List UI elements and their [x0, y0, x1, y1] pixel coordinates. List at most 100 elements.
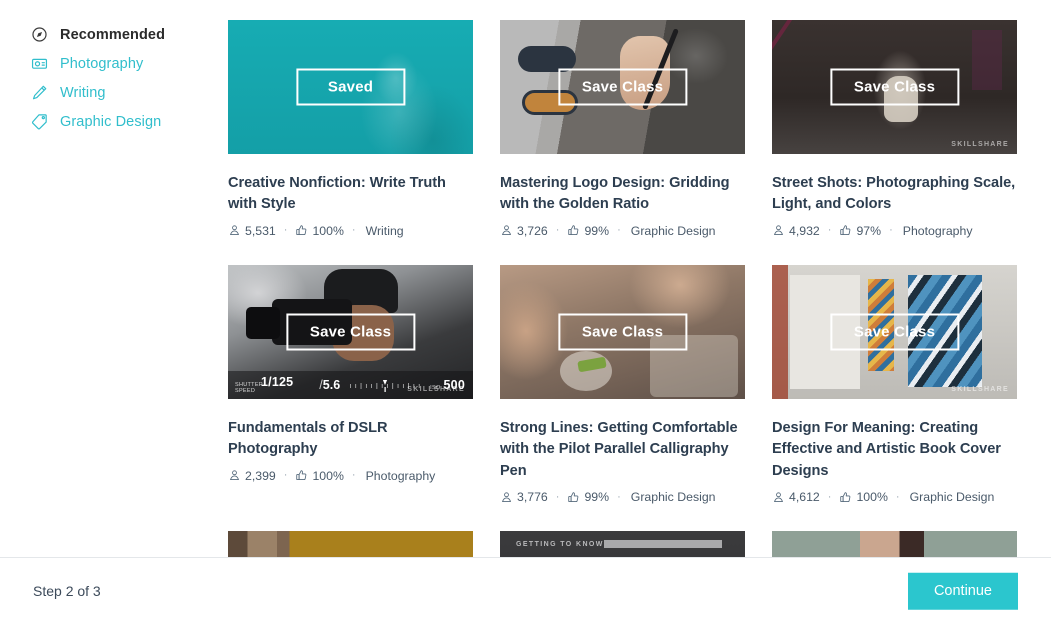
meta-separator: ·: [555, 224, 560, 237]
class-title: Street Shots: Photographing Scale, Light…: [772, 175, 1016, 213]
class-meta: 3,726 · 99% · Graphic Design: [500, 224, 745, 238]
person-icon: [500, 224, 513, 237]
book-spread-edge: [772, 264, 788, 399]
class-card[interactable]: [228, 531, 473, 557]
student-count: 3,726: [500, 224, 548, 238]
hud-aperture-value: 5.6: [322, 377, 341, 392]
meta-separator: ·: [283, 469, 288, 482]
class-thumbnail[interactable]: Save Class: [500, 264, 745, 399]
meta-separator: ·: [617, 490, 621, 503]
thumbs-up-icon: [295, 469, 308, 482]
class-category: Photography: [365, 468, 436, 483]
meta-separator: ·: [895, 490, 900, 503]
class-card[interactable]: Save Class Strong Lines: Getting Comfort…: [500, 264, 745, 504]
rating: 100%: [295, 468, 344, 483]
save-class-button[interactable]: Save Class: [829, 313, 960, 351]
sidebar-item-graphic-design[interactable]: Graphic Design: [30, 107, 228, 136]
class-thumbnail[interactable]: [772, 531, 1017, 557]
student-count: 4,612: [772, 490, 820, 504]
class-meta: 4,612 · 100% · Graphic Design: [772, 490, 1017, 504]
sidebar-item-label: Recommended: [60, 26, 166, 43]
person-icon: [772, 224, 785, 237]
hud-shutter-value: 1/125: [261, 375, 294, 390]
student-count-value: 2,399: [245, 468, 276, 483]
meta-separator: ·: [889, 224, 893, 237]
rating: 99%: [567, 490, 609, 504]
sidebar-item-recommended[interactable]: Recommended: [30, 20, 228, 49]
category-sidebar: Recommended Photography Writing Graphic …: [0, 20, 228, 136]
rating: 97%: [839, 224, 881, 238]
class-category: Graphic Design: [630, 490, 716, 505]
student-count-value: 4,932: [789, 223, 820, 238]
class-title: Strong Lines: Getting Comfortable with t…: [500, 419, 738, 479]
rating-value: 100%: [312, 223, 344, 238]
class-meta: 3,776 · 99% · Graphic Design: [500, 490, 745, 504]
save-class-button[interactable]: Save Class: [829, 68, 960, 106]
thumbs-up-icon: [839, 491, 852, 504]
student-count-value: 5,531: [245, 223, 276, 238]
class-card[interactable]: Save Class SKILLSHARE Street Shots: Phot…: [772, 20, 1017, 238]
rating-value: 97%: [856, 223, 882, 238]
class-category: Photography: [902, 223, 973, 238]
sidebar-item-label: Photography: [60, 55, 144, 72]
sidebar-item-label: Graphic Design: [60, 113, 162, 130]
sidebar-item-writing[interactable]: Writing: [30, 78, 228, 107]
class-thumbnail[interactable]: Shutter Speed 1/125 /5.6: [228, 264, 473, 399]
class-card[interactable]: [772, 531, 1017, 557]
thumbs-up-icon: [567, 491, 580, 504]
class-card[interactable]: Save Class SKILLSHARE Design For Meaning…: [772, 264, 1017, 504]
meta-separator: ·: [555, 490, 560, 503]
class-scroll-area[interactable]: Recommended Photography Writing Graphic …: [0, 0, 1051, 557]
class-category: Graphic Design: [630, 223, 716, 238]
saved-button[interactable]: Saved: [295, 68, 406, 106]
class-card[interactable]: GETTING TO KNOW: [500, 531, 745, 557]
thumbs-up-icon: [295, 224, 308, 237]
class-meta: 5,531 · 100% · Writing: [228, 224, 473, 238]
rating-value: 99%: [584, 490, 610, 505]
person-icon: [500, 491, 513, 504]
save-class-button[interactable]: Save Class: [285, 313, 416, 351]
thumbs-up-icon: [839, 224, 852, 237]
class-thumbnail[interactable]: Save Class SKILLSHARE: [772, 264, 1017, 399]
onboarding-class-picker: Recommended Photography Writing Graphic …: [0, 0, 1051, 624]
meta-separator: ·: [351, 469, 356, 482]
class-thumbnail[interactable]: Saved: [228, 20, 473, 154]
thumbnail-art-sage-portrait: [772, 531, 1017, 557]
class-category: Graphic Design: [909, 490, 995, 505]
sidebar-item-photography[interactable]: Photography: [30, 49, 228, 78]
student-count: 2,399: [228, 469, 276, 483]
rating-value: 99%: [584, 223, 610, 238]
save-class-button[interactable]: Save Class: [557, 68, 688, 106]
continue-button[interactable]: Continue: [907, 572, 1018, 610]
person-icon: [772, 491, 785, 504]
rating: 99%: [567, 224, 609, 238]
class-title: Design For Meaning: Creating Effective a…: [772, 419, 1001, 479]
student-count: 5,531: [228, 224, 276, 238]
step-indicator: Step 2 of 3: [33, 583, 101, 599]
class-title: Mastering Logo Design: Gridding with the…: [500, 175, 730, 213]
class-card[interactable]: Save Class Mastering Logo Design: Griddi…: [500, 20, 745, 238]
rating-value: 100%: [856, 490, 888, 505]
class-title: Fundamentals of DSLR Photography: [228, 419, 388, 458]
class-thumbnail[interactable]: [228, 531, 473, 557]
class-card[interactable]: Shutter Speed 1/125 /5.6: [228, 264, 473, 504]
rating: 100%: [839, 490, 888, 505]
skillshare-watermark: SKILLSHARE: [951, 385, 1009, 393]
person-icon: [228, 224, 241, 237]
skillshare-watermark: SKILLSHARE: [407, 385, 465, 393]
student-count-value: 4,612: [789, 490, 820, 505]
compass-icon: [30, 26, 48, 44]
tag-icon: [30, 113, 48, 131]
rating: 100%: [295, 223, 344, 238]
class-card[interactable]: Saved Creative Nonfiction: Write Truth w…: [228, 20, 473, 238]
dark-banner-bar: [604, 540, 722, 549]
class-thumbnail[interactable]: Save Class: [500, 20, 745, 154]
meta-separator: ·: [827, 224, 832, 237]
class-thumbnail[interactable]: GETTING TO KNOW: [500, 531, 745, 557]
thumbnail-art-gold-frame: [228, 531, 473, 557]
student-count: 3,776: [500, 490, 548, 504]
save-class-button[interactable]: Save Class: [557, 313, 688, 351]
rating-value: 100%: [312, 468, 344, 483]
class-thumbnail[interactable]: Save Class SKILLSHARE: [772, 20, 1017, 154]
hud-shutter-label: Shutter Speed: [235, 382, 264, 395]
